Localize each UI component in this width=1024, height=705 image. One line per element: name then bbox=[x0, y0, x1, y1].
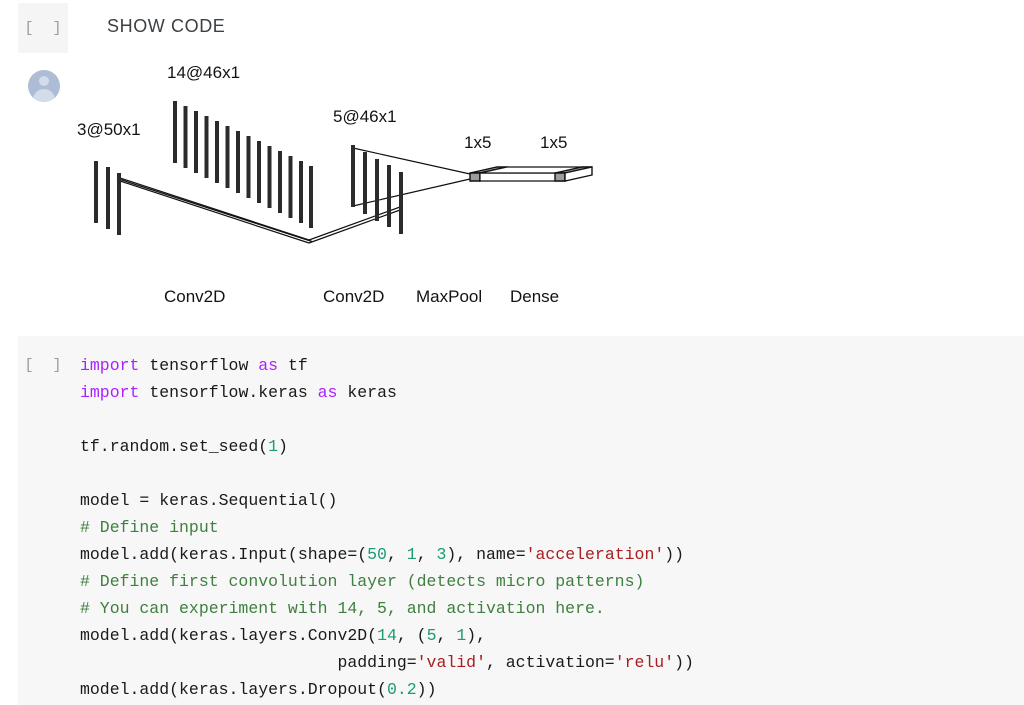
code-line: import tensorflow as tf bbox=[80, 352, 1024, 379]
layer-name-label-conv2: Conv2D bbox=[323, 287, 385, 306]
code-token: ), bbox=[466, 626, 487, 645]
code-token: tensorflow.keras bbox=[139, 383, 318, 402]
layer-conv2d-2-bars bbox=[351, 145, 403, 234]
user-avatar-icon bbox=[28, 70, 60, 102]
code-token: model.add(keras.layers.Dropout( bbox=[80, 680, 387, 699]
code-token: model.add(keras.Input(shape=( bbox=[80, 545, 368, 564]
code-line: tf.random.set_seed(1) bbox=[80, 433, 1024, 460]
avatar-head bbox=[39, 76, 49, 86]
code-token: 50 bbox=[367, 545, 387, 564]
code-token: as bbox=[317, 383, 338, 402]
code-token: 0.2 bbox=[386, 680, 417, 699]
diagram-canvas bbox=[94, 101, 593, 244]
code-token: 1 bbox=[268, 437, 279, 456]
code-token: model.add(keras.layers.Conv2D( bbox=[80, 626, 378, 645]
code-token: 14 bbox=[377, 626, 397, 645]
code-token: 1 bbox=[406, 545, 417, 564]
code-token: , bbox=[386, 545, 407, 564]
code-token: import bbox=[80, 383, 140, 402]
connector-lines bbox=[116, 147, 471, 244]
code-token: # Define first convolution layer (detect… bbox=[80, 572, 645, 591]
code-cell[interactable]: [ ] import tensorflow as tf import tensor… bbox=[18, 336, 1024, 705]
code-token: tf.random.set_seed( bbox=[80, 437, 269, 456]
output-cell: [ ] SHOW CODE 3@50x1 14@46x1 5@46x1 1x5 … bbox=[0, 0, 1024, 325]
show-code-button[interactable]: SHOW CODE bbox=[107, 16, 225, 37]
code-token: tensorflow bbox=[139, 356, 259, 375]
code-token: import bbox=[80, 356, 140, 375]
code-token: ), name= bbox=[446, 545, 526, 564]
code-token: )) bbox=[664, 545, 685, 564]
code-token: , bbox=[436, 626, 457, 645]
layer-name-label-conv1: Conv2D bbox=[164, 287, 226, 306]
code-token: as bbox=[258, 356, 279, 375]
code-token: 'acceleration' bbox=[525, 545, 665, 564]
code-token: 1 bbox=[456, 626, 467, 645]
code-token: )) bbox=[416, 680, 437, 699]
layer-input-bars bbox=[94, 161, 121, 235]
run-cell-button[interactable]: [ ] bbox=[18, 3, 68, 53]
layer-name-label-dense: Dense bbox=[510, 287, 560, 306]
code-line: # Define first convolution layer (detect… bbox=[80, 568, 1024, 595]
code-token: ) bbox=[278, 437, 288, 456]
code-line: model.add(keras.Input(shape=(50, 1, 3), … bbox=[80, 541, 1024, 568]
layer-name-label-maxpool: MaxPool bbox=[416, 287, 483, 306]
code-line: # Define input bbox=[80, 514, 1024, 541]
code-token: # You can experiment with 14, 5, and act… bbox=[80, 599, 605, 618]
layer-shape-label-input: 3@50x1 bbox=[77, 120, 141, 139]
code-line: model.add(keras.layers.Dropout(0.2)) bbox=[80, 676, 1024, 703]
code-token: )) bbox=[674, 653, 694, 672]
code-token: padding= bbox=[80, 653, 417, 672]
code-token: tf bbox=[278, 356, 308, 375]
code-line: model = keras.Sequential() bbox=[80, 487, 1024, 514]
avatar-body bbox=[33, 89, 55, 102]
code-token: model = keras.Sequential() bbox=[80, 491, 338, 510]
layer-shape-label-dense: 1x5 bbox=[540, 133, 568, 152]
layer-shape-label-maxpool: 1x5 bbox=[464, 133, 492, 152]
code-token: , activation= bbox=[485, 653, 615, 672]
code-token: 3 bbox=[436, 545, 447, 564]
code-token: 'valid' bbox=[416, 653, 486, 672]
code-line: import tensorflow.keras as keras bbox=[80, 379, 1024, 406]
run-code-button[interactable]: [ ] bbox=[18, 352, 68, 378]
code-token: 'relu' bbox=[614, 653, 675, 672]
layer-conv2d-1-bars bbox=[173, 101, 313, 228]
layer-shape-label-conv2: 5@46x1 bbox=[333, 107, 397, 126]
code-line: padding='valid', activation='relu')) bbox=[80, 649, 1024, 676]
code-editor[interactable]: import tensorflow as tf import tensorflow… bbox=[80, 352, 1024, 703]
cnn-architecture-diagram: 3@50x1 14@46x1 5@46x1 1x5 1x5 Conv2D Con… bbox=[60, 55, 700, 315]
layer-shape-label-conv1: 14@46x1 bbox=[167, 63, 241, 82]
code-token: , ( bbox=[396, 626, 427, 645]
code-token: # Define input bbox=[80, 518, 219, 537]
code-line: # You can experiment with 14, 5, and act… bbox=[80, 595, 1024, 622]
code-token: , bbox=[416, 545, 437, 564]
code-token: 5 bbox=[426, 626, 437, 645]
code-token: keras bbox=[337, 383, 397, 402]
code-line: model.add(keras.layers.Conv2D(14, (5, 1)… bbox=[80, 622, 1024, 649]
